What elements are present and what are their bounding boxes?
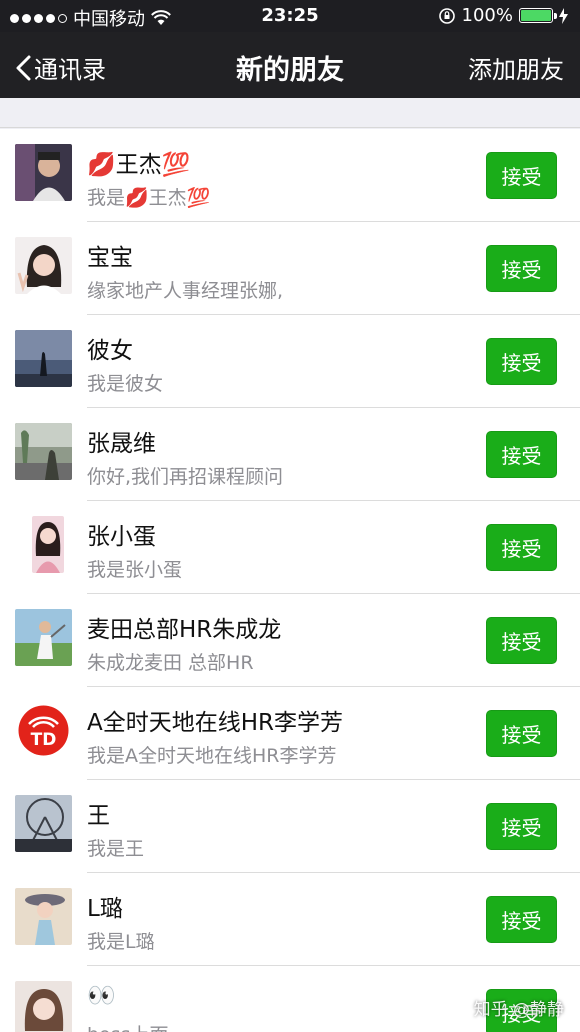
friend-request-row: 麦田总部HR朱成龙 朱成龙麦田 总部HR 接受 — [0, 594, 580, 687]
charging-icon — [559, 7, 568, 24]
friend-request-row: 王 我是王 接受 — [0, 780, 580, 873]
friend-request-row: 💋王杰💯 我是💋王杰💯 接受 — [0, 129, 580, 222]
watermark: 知乎 @静静 — [473, 1000, 564, 1020]
request-message: 我是张小蛋 — [87, 559, 183, 581]
request-message: 我是💋王杰💯 — [87, 187, 211, 209]
accept-button[interactable]: 接受 — [486, 245, 557, 292]
status-bar: 中国移动 23:25 100% — [0, 0, 580, 32]
avatar — [15, 237, 72, 294]
friend-request-row: 彼女 我是彼女 接受 — [0, 315, 580, 408]
request-message: 你好,我们再招课程顾问 — [87, 466, 284, 488]
navigation-bar: 通讯录 新的朋友 添加朋友 — [0, 32, 580, 98]
add-friend-button[interactable]: 添加朋友 — [468, 50, 564, 85]
battery-percent: 100% — [461, 5, 513, 26]
contact-name: A全时天地在线HR李学芳 — [87, 710, 344, 736]
svg-text:TD: TD — [31, 730, 57, 750]
request-message: boss上面 — [87, 1020, 168, 1032]
request-message: 我是A全时天地在线HR李学芳 — [87, 745, 337, 767]
friend-request-row: TD A全时天地在线HR李学芳 我是A全时天地在线HR李学芳 接受 — [0, 687, 580, 780]
friend-request-list: 💋王杰💯 我是💋王杰💯 接受 宝宝 缘家地产人事经理张娜, 接受 彼女 我是彼女… — [0, 129, 580, 1032]
contact-name: 宝宝 — [87, 245, 133, 271]
contact-name: 麦田总部HR朱成龙 — [87, 617, 282, 643]
avatar — [15, 423, 72, 480]
contact-name: 👀 — [87, 983, 116, 1009]
friend-request-row: 张小蛋 我是张小蛋 接受 — [0, 501, 580, 594]
accept-button[interactable]: 接受 — [486, 617, 557, 664]
contact-name: L璐 — [87, 896, 123, 922]
friend-request-row: 宝宝 缘家地产人事经理张娜, 接受 — [0, 222, 580, 315]
request-message: 我是彼女 — [87, 373, 164, 395]
request-message: 我是王 — [87, 838, 145, 860]
accept-button[interactable]: 接受 — [486, 524, 557, 571]
accept-button[interactable]: 接受 — [486, 431, 557, 478]
friend-request-row: 张晟维 你好,我们再招课程顾问 接受 — [0, 408, 580, 501]
contact-name: 张晟维 — [87, 431, 156, 457]
accept-button[interactable]: 接受 — [486, 152, 557, 199]
request-message: 缘家地产人事经理张娜, — [87, 280, 284, 302]
avatar — [15, 888, 72, 945]
accept-button[interactable]: 接受 — [486, 896, 557, 943]
avatar — [15, 330, 72, 387]
section-gap — [0, 98, 580, 128]
avatar — [15, 609, 72, 666]
avatar — [15, 795, 72, 852]
request-message: 朱成龙麦田 总部HR — [87, 652, 254, 674]
avatar — [15, 144, 72, 201]
avatar — [32, 516, 64, 573]
contact-name: 💋王杰💯 — [87, 152, 191, 178]
friend-request-row: L璐 我是L璐 接受 — [0, 873, 580, 966]
accept-button[interactable]: 接受 — [486, 710, 557, 757]
avatar — [15, 981, 72, 1032]
accept-button[interactable]: 接受 — [486, 803, 557, 850]
rotation-lock-icon — [438, 7, 455, 24]
battery-icon — [519, 8, 557, 23]
contact-name: 张小蛋 — [87, 524, 156, 550]
contact-name: 王 — [87, 803, 110, 829]
contact-name: 彼女 — [87, 338, 133, 364]
avatar: TD — [15, 702, 72, 759]
request-message: 我是L璐 — [87, 931, 155, 953]
accept-button[interactable]: 接受 — [486, 338, 557, 385]
